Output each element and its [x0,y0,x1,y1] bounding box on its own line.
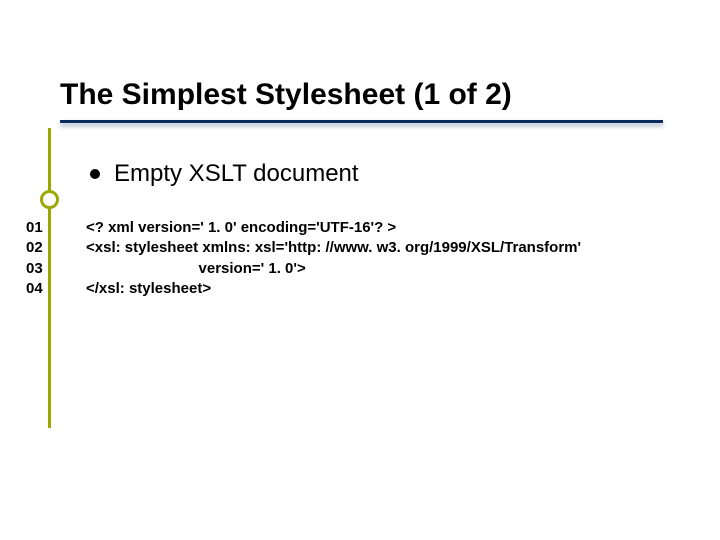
bullet-item: Empty XSLT document [90,160,690,188]
code-row: 01 <? xml version=' 1. 0' encoding='UTF-… [26,218,696,238]
bullet-text: Empty XSLT document [114,160,359,188]
title-underline [60,120,663,123]
slide-title-block: The Simplest Stylesheet (1 of 2) [60,78,660,111]
code-text: </xsl: stylesheet> [86,279,211,299]
line-number: 04 [26,279,50,299]
line-number: 01 [26,218,50,238]
line-number: 02 [26,238,50,258]
code-row: 02 <xsl: stylesheet xmlns: xsl='http: //… [26,238,696,258]
code-row: 04 </xsl: stylesheet> [26,279,696,299]
accent-circle-icon [40,190,59,209]
code-row: 03 version=' 1. 0'> [26,259,696,279]
code-block: 01 <? xml version=' 1. 0' encoding='UTF-… [26,218,696,299]
bullet-dot-icon [90,169,100,179]
slide-title: The Simplest Stylesheet (1 of 2) [60,78,660,111]
code-text: <xsl: stylesheet xmlns: xsl='http: //www… [86,238,581,258]
body-area: Empty XSLT document [90,160,690,210]
code-text: version=' 1. 0'> [86,259,306,279]
line-number: 03 [26,259,50,279]
slide: The Simplest Stylesheet (1 of 2) Empty X… [0,0,720,540]
code-text: <? xml version=' 1. 0' encoding='UTF-16'… [86,218,396,238]
